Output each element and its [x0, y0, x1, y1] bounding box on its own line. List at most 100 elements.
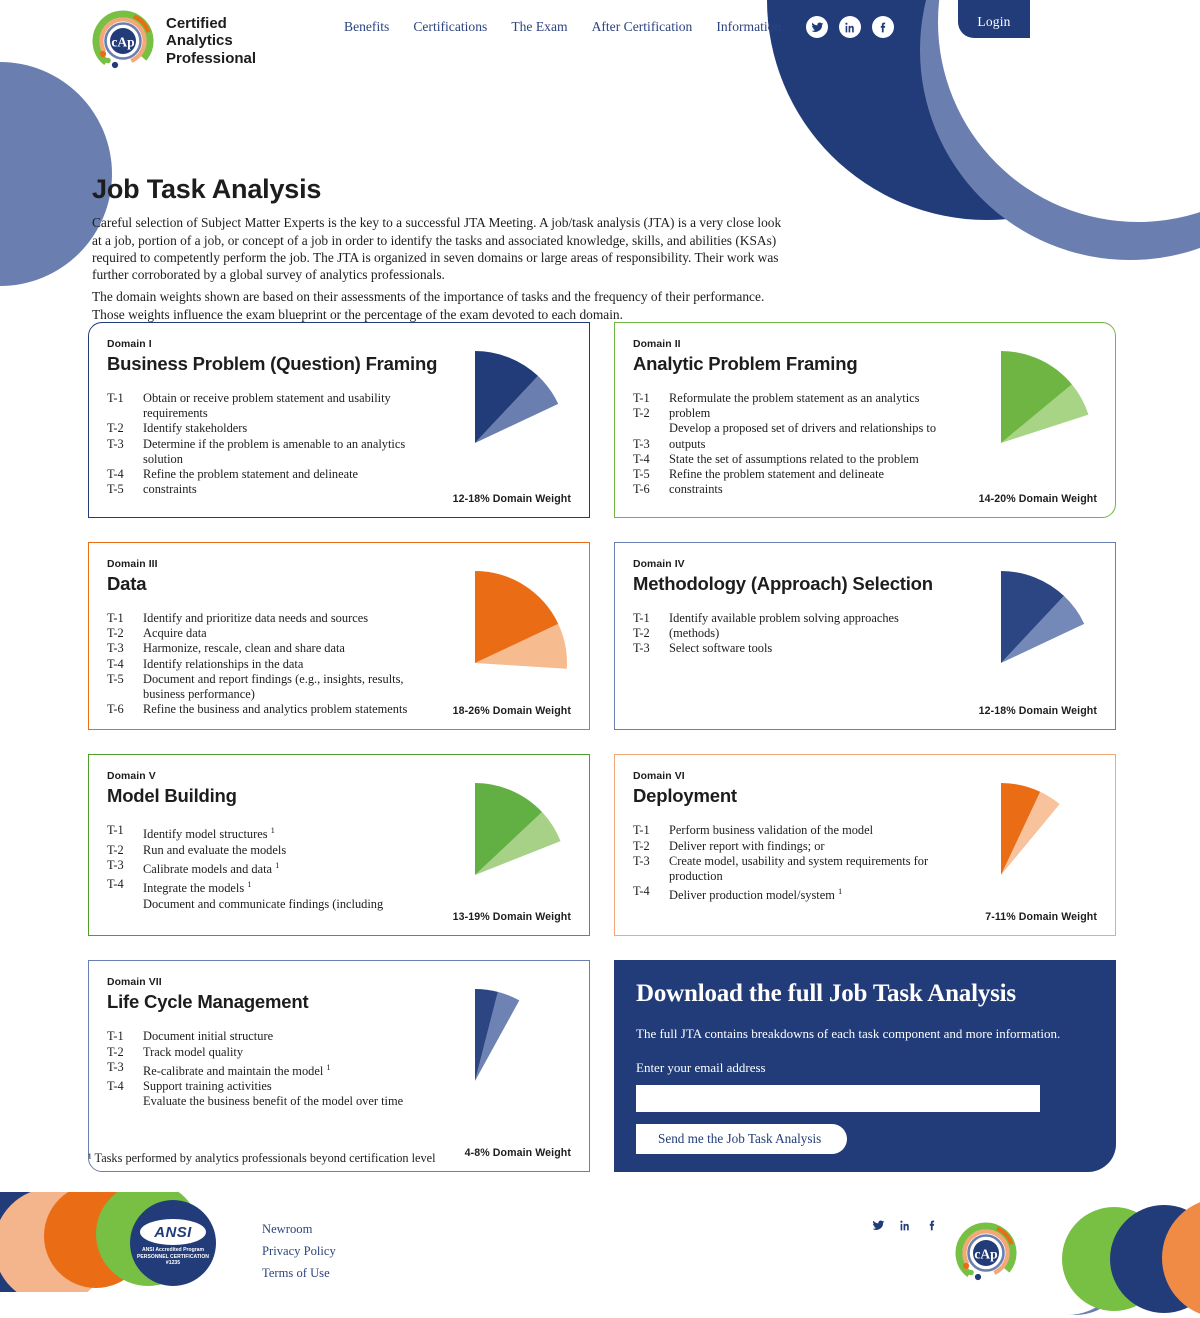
task-code: T-1 [107, 391, 124, 405]
domain-card-7: Domain VII Life Cycle Management T-1 Doc… [88, 960, 590, 1173]
brand-logo[interactable]: cAp Certified Analytics Professional [92, 10, 256, 72]
linkedin-icon[interactable] [899, 1219, 912, 1237]
twitter-icon[interactable] [872, 1219, 885, 1237]
task-text: outputs [669, 436, 706, 451]
domain-weight-label: 7-11% Domain Weight [985, 911, 1097, 924]
footer-link-privacy-policy[interactable]: Privacy Policy [262, 1240, 336, 1262]
intro-paragraph-2: The domain weights shown are based on th… [92, 289, 765, 322]
task-row: T-2 problem [633, 406, 963, 421]
nav-item-the-exam[interactable]: The Exam [511, 19, 567, 35]
task-code: T-3 [107, 436, 124, 451]
task-text: production [669, 869, 723, 884]
linkedin-icon[interactable] [839, 16, 861, 38]
ansi-wordmark-text: ANSI [154, 1223, 192, 1241]
task-text: Develop a proposed set of drivers and re… [669, 421, 937, 436]
task-row: T-5 Document and report findings (e.g., … [107, 672, 437, 687]
facebook-icon[interactable] [926, 1219, 939, 1237]
domain-weight-label: 14-20% Domain Weight [978, 493, 1097, 505]
login-button[interactable]: Login [958, 0, 1030, 38]
task-code: T-3 [633, 853, 650, 868]
nav-item-after-certification[interactable]: After Certification [592, 19, 693, 35]
main-navigation: Benefits Certifications The Exam After C… [344, 19, 781, 35]
task-code: T-2 [633, 838, 650, 853]
task-text: Refine the business and analytics proble… [143, 702, 408, 717]
email-field-label: Enter your email address [636, 1060, 766, 1076]
task-row: T-4 Refine the problem statement and del… [107, 467, 437, 482]
email-field[interactable] [636, 1085, 1040, 1113]
task-list: T-1 Identify and prioritize data needs a… [107, 611, 437, 717]
ansi-wordmark: ANSI [140, 1219, 206, 1246]
domain-card-6: Domain VI Deployment T-1 Perform busines… [614, 754, 1116, 937]
task-list: T-1 Identify available problem solving a… [633, 611, 963, 657]
footnote: ¹ Tasks performed by analytics professio… [88, 1151, 436, 1165]
task-text: Harmonize, rescale, clean and share data [143, 641, 345, 656]
task-row: T-3 Re-calibrate and maintain the model … [107, 1060, 437, 1079]
nav-item-benefits[interactable]: Benefits [344, 19, 389, 35]
task-row: T-6 constraints [633, 482, 963, 497]
domain-card-4: Domain IV Methodology (Approach) Selecti… [614, 542, 1116, 731]
svg-text:cAp: cAp [974, 1247, 997, 1262]
task-code: T-4 [107, 467, 124, 482]
nav-item-information[interactable]: Information [716, 19, 781, 35]
facebook-icon[interactable] [872, 16, 894, 38]
task-row: T-1 Identify available problem solving a… [633, 611, 963, 626]
task-text: Obtain or receive problem statement and … [143, 391, 391, 405]
task-code: T-6 [633, 482, 650, 497]
task-row: T-4 Identify relationships in the data [107, 657, 437, 672]
domain-weight-label: 12-18% Domain Weight [452, 493, 571, 505]
task-text: requirements [143, 406, 208, 421]
domain-weight-label: 12-18% Domain Weight [978, 705, 1097, 718]
download-jta-panel: Download the full Job Task Analysis The … [614, 960, 1116, 1173]
task-text: Deliver report with findings; or [669, 838, 825, 853]
task-row: T-3 Calibrate models and data 1 [107, 858, 437, 877]
ansi-line-1: ANSI Accredited Program [141, 1247, 205, 1254]
task-row: T-3 Harmonize, rescale, clean and share … [107, 641, 437, 656]
task-text: business performance) [143, 687, 255, 702]
footer-link-terms-of-use[interactable]: Terms of Use [262, 1262, 336, 1284]
task-text: Evaluate the business benefit of the mod… [143, 1094, 404, 1109]
task-text: constraints [669, 482, 723, 497]
ansi-line-2: PERSONNEL CERTIFICATION [137, 1253, 209, 1260]
task-row: T-3 outputs [633, 437, 963, 452]
task-text: Identify model structures 1 [143, 825, 275, 842]
task-code: T-3 [107, 641, 124, 656]
task-code: T-6 [107, 702, 124, 717]
task-text: Refine the problem statement and delinea… [669, 467, 885, 482]
task-row: T-3 Create model, usability and system r… [633, 854, 963, 869]
task-code: T-3 [107, 1059, 124, 1074]
task-code: T-1 [633, 823, 650, 838]
header-social-links [806, 16, 894, 38]
task-text: Perform business validation of the model [669, 823, 874, 838]
task-code: T-2 [633, 626, 650, 641]
cap-logo-icon: cAp [955, 1222, 1017, 1284]
nav-item-certifications[interactable]: Certifications [413, 19, 487, 35]
task-code: T-1 [633, 611, 650, 625]
task-text: Reformulate the problem statement as an … [669, 391, 920, 405]
domain-weight-wedge-chart [995, 345, 1099, 449]
task-code: T-2 [107, 1044, 124, 1059]
task-text: Document and communicate findings (inclu… [143, 896, 384, 911]
task-list: T-1 Identify model structures 1 T-2 Run … [107, 823, 437, 911]
task-row: T-4 Integrate the models 1 [107, 877, 437, 896]
task-list: T-1 Perform business validation of the m… [633, 823, 963, 903]
footer-link-newroom[interactable]: Newroom [262, 1218, 336, 1240]
task-code: T-3 [633, 641, 650, 656]
task-row: T-4 State the set of assumptions related… [633, 452, 963, 467]
send-jta-button[interactable]: Send me the Job Task Analysis [636, 1124, 848, 1155]
task-text: Determine if the problem is amenable to … [143, 436, 406, 451]
brand-line-1: Certified [166, 14, 227, 32]
login-label: Login [977, 14, 1011, 29]
task-text: Document and report findings (e.g., insi… [143, 671, 404, 686]
task-code: T-1 [107, 611, 124, 625]
task-text: Track model quality [143, 1044, 244, 1059]
domain-card-2: Domain II Analytic Problem Framing T-1 R… [614, 322, 1116, 518]
ansi-accreditation-seal: ANSI ANSI Accredited Program PERSONNEL C… [130, 1200, 216, 1286]
task-row: T-1 Reformulate the problem statement as… [633, 391, 963, 406]
task-text: Identify relationships in the data [143, 656, 304, 671]
task-row: T-2 (methods) [633, 626, 963, 641]
task-text: Deliver production model/system 1 [669, 886, 843, 903]
twitter-icon[interactable] [806, 16, 828, 38]
page-title: Job Task Analysis [92, 174, 322, 205]
ansi-line-3: #1235 [165, 1260, 181, 1267]
task-list: T-1 Obtain or receive problem statement … [107, 391, 437, 497]
